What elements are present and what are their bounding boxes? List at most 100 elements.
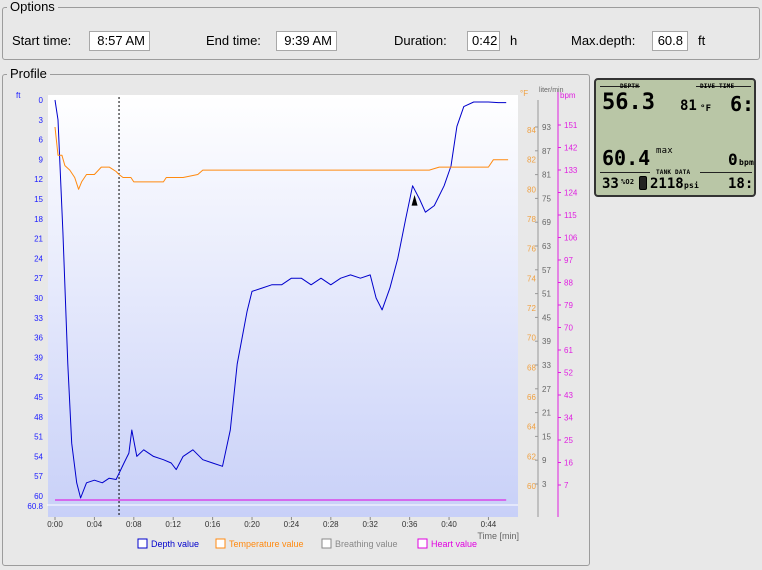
x-tick-label: 0:16 [205, 520, 221, 529]
heart-tick-label: 142 [564, 144, 578, 153]
depth-tick-label: 9 [39, 155, 44, 164]
breathing-tick-label: 39 [542, 337, 551, 346]
depth-tick-label: 3 [39, 116, 44, 125]
x-tick-label: 0:40 [441, 520, 457, 529]
temp-tick-label: 82 [527, 156, 536, 165]
lcd-temp-unit: °F [700, 104, 712, 114]
heart-tick-label: 70 [564, 324, 573, 333]
lcd-tank-value: 2118 [650, 176, 684, 192]
tank-icon [639, 176, 647, 190]
depth-tick-label: 27 [34, 274, 43, 283]
legend-label: Breathing value [335, 539, 398, 549]
breathing-tick-label: 33 [542, 361, 551, 370]
depth-tick-label: 24 [34, 254, 43, 263]
depth-tick-label: 57 [34, 472, 43, 481]
temp-tick-label: 60 [527, 482, 536, 491]
lcd-tank-label: TANK DATA [656, 169, 691, 176]
depth-tick-label: 45 [34, 393, 43, 402]
temp-tick-label: 74 [527, 274, 536, 283]
heart-tick-label: 79 [564, 301, 573, 310]
depth-tick-label: 36 [34, 334, 43, 343]
heart-tick-label: 106 [564, 234, 578, 243]
heart-tick-label: 124 [564, 189, 578, 198]
depth-tick-label: 51 [34, 433, 43, 442]
lcd-o2-value: 33 [602, 176, 619, 192]
heart-tick-label: 97 [564, 256, 573, 265]
heart-tick-label: 88 [564, 279, 573, 288]
depth-tick-label: 54 [34, 452, 43, 461]
breathing-tick-label: 81 [542, 171, 551, 180]
depth-max-label: 60.8 [27, 502, 43, 511]
lcd-depth-label: DEPTH [620, 83, 640, 90]
breathing-tick-label: 87 [542, 147, 551, 156]
x-tick-label: 0:24 [284, 520, 300, 529]
x-tick-label: 0:08 [126, 520, 142, 529]
heart-tick-label: 52 [564, 369, 573, 378]
legend-swatch [215, 538, 226, 549]
x-tick-label: 0:36 [402, 520, 418, 529]
depth-tick-label: 48 [34, 413, 43, 422]
depth-tick-label: 39 [34, 353, 43, 362]
heart-tick-label: 61 [564, 346, 573, 355]
temp-tick-label: 64 [527, 423, 536, 432]
breathing-tick-label: 21 [542, 409, 551, 418]
depth-tick-label: 60 [34, 492, 43, 501]
breathing-tick-label: 69 [542, 218, 551, 227]
breathing-tick-label: 15 [542, 432, 551, 441]
lcd-bpm-unit: bpm [739, 158, 755, 167]
breathing-tick-label: 93 [542, 123, 551, 132]
lcd-tank-unit: psi [684, 181, 700, 190]
legend-swatch [417, 538, 428, 549]
heart-tick-label: 43 [564, 391, 573, 400]
x-tick-label: 0:12 [165, 520, 181, 529]
lcd-divetime-label: DIVE TIME [700, 83, 735, 90]
temp-tick-label: 80 [527, 185, 536, 194]
depth-tick-label: 0 [39, 96, 44, 105]
depth-tick-label: 15 [34, 195, 43, 204]
x-axis-label: Time [min] [477, 531, 519, 541]
legend-swatch [321, 538, 332, 549]
heart-axis-unit: bpm [560, 91, 576, 100]
depth-tick-label: 33 [34, 314, 43, 323]
heart-tick-label: 25 [564, 436, 573, 445]
breathing-tick-label: 57 [542, 266, 551, 275]
legend-label: Temperature value [229, 539, 304, 549]
temp-tick-label: 72 [527, 304, 536, 313]
breathing-tick-label: 63 [542, 242, 551, 251]
breathing-tick-label: 27 [542, 385, 551, 394]
depth-tick-label: 12 [34, 175, 43, 184]
depth-tick-label: 6 [39, 136, 44, 145]
heart-tick-label: 34 [564, 414, 573, 423]
depth-tick-label: 21 [34, 235, 43, 244]
x-tick-label: 0:04 [87, 520, 103, 529]
lcd-max-label: max [656, 146, 673, 156]
lcd-temp-value: 81 [680, 98, 697, 114]
breathing-tick-label: 51 [542, 290, 551, 299]
legend-label: Heart value [431, 539, 477, 549]
plot-area [48, 95, 518, 517]
dive-computer-display: DEPTH DIVE TIME 56.3 81 °F 6: 60.4 max 0… [594, 78, 756, 197]
heart-tick-label: 7 [564, 481, 569, 490]
breathing-tick-label: 45 [542, 313, 551, 322]
heart-tick-label: 16 [564, 459, 573, 468]
x-tick-label: 0:28 [323, 520, 339, 529]
heart-tick-label: 151 [564, 121, 578, 130]
x-tick-label: 0:20 [244, 520, 260, 529]
legend-swatch [137, 538, 148, 549]
lcd-o2-unit: %O2 [621, 178, 635, 186]
temp-tick-label: 66 [527, 393, 536, 402]
legend-label: Depth value [151, 539, 199, 549]
depth-tick-label: 30 [34, 294, 43, 303]
lcd-bpm-value: 0 [728, 150, 738, 169]
depth-axis-unit: ft [16, 91, 21, 100]
depth-tick-label: 18 [34, 215, 43, 224]
breathing-tick-label: 9 [542, 456, 547, 465]
x-tick-label: 0:00 [47, 520, 63, 529]
breathing-tick-label: 3 [542, 480, 547, 489]
lcd-depth-value: 56.3 [602, 90, 655, 115]
x-tick-label: 0:32 [362, 520, 378, 529]
heart-tick-label: 115 [564, 211, 577, 220]
depth-tick-label: 42 [34, 373, 43, 382]
temp-axis-unit: °F [520, 89, 528, 98]
x-tick-label: 0:44 [481, 520, 497, 529]
